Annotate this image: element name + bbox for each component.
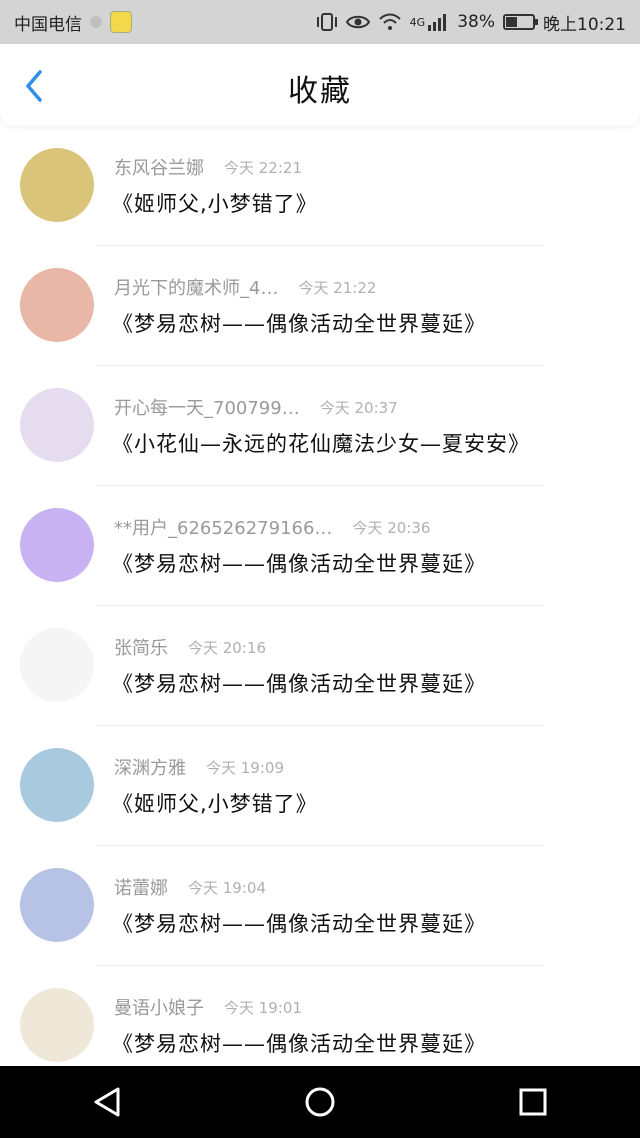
item-meta: 月光下的魔术师_4… 今天 21:22 — [114, 274, 376, 300]
list-item[interactable]: **用户_626526279166… 今天 20:36 《梦易恋树——偶像活动全世界… — [0, 486, 640, 606]
item-meta: 张简乐 今天 20:16 — [114, 634, 266, 660]
favorite-title[interactable]: 《梦易恋树——偶像活动全世界蔓延》 — [112, 1028, 486, 1058]
avatar[interactable] — [20, 628, 94, 702]
item-meta: 曼语小娘子 今天 19:01 — [114, 994, 302, 1020]
item-meta: 东风谷兰娜 今天 22:21 — [114, 154, 302, 180]
timestamp: 今天 20:37 — [319, 398, 398, 417]
timestamp: 今天 19:04 — [188, 878, 266, 897]
item-meta: 深渊方雅 今天 19:09 — [114, 754, 284, 780]
favorites-list: 东风谷兰娜 今天 22:21 《姬师父,小梦错了》 月光下的魔术师_4… 今天 21:2… — [0, 126, 640, 1086]
timestamp: 今天 21:22 — [298, 278, 377, 297]
nav-recents-button[interactable] — [501, 1070, 565, 1134]
list-item[interactable]: 深渊方雅 今天 19:09 《姬师父,小梦错了》 — [0, 726, 640, 846]
status-bar: 中国电信 4G 38% 晚上10:21 — [0, 0, 640, 44]
carrier-label: 中国电信 — [14, 14, 82, 35]
timestamp: 今天 20:16 — [188, 638, 266, 657]
username: 深渊方雅 — [114, 758, 186, 779]
item-meta: 诺蕾娜 今天 19:04 — [114, 874, 266, 900]
network-type-label: 4G — [409, 15, 426, 29]
list-item[interactable]: 张简乐 今天 20:16 《梦易恋树——偶像活动全世界蔓延》 — [0, 606, 640, 726]
avatar[interactable] — [20, 148, 94, 222]
avatar[interactable] — [20, 268, 94, 342]
nav-home-button[interactable] — [288, 1070, 352, 1134]
favorite-title[interactable]: 《姬师父,小梦错了》 — [112, 788, 318, 818]
navigation-bar — [0, 1066, 640, 1138]
square-recents-icon — [519, 1088, 547, 1116]
page-title: 收藏 — [288, 74, 352, 109]
favorite-title[interactable]: 《梦易恋树——偶像活动全世界蔓延》 — [112, 548, 486, 578]
circle-home-icon — [305, 1087, 335, 1117]
timestamp: 今天 19:09 — [206, 758, 284, 777]
avatar[interactable] — [20, 748, 94, 822]
timestamp: 今天 22:21 — [224, 158, 302, 177]
signal-icon: 4G — [410, 13, 450, 31]
username: **用户_626526279166… — [114, 518, 333, 539]
favorite-title[interactable]: 《梦易恋树——偶像活动全世界蔓延》 — [112, 908, 486, 938]
username: 曼语小娘子 — [114, 998, 204, 1019]
app-notification-icon — [110, 11, 132, 33]
battery-percent: 38% — [457, 12, 495, 32]
eye-icon — [345, 13, 370, 31]
favorite-title[interactable]: 《姬师父,小梦错了》 — [112, 188, 318, 218]
nav-back-button[interactable] — [75, 1070, 139, 1134]
clock: 晚上10:21 — [543, 14, 626, 35]
list-item[interactable]: 东风谷兰娜 今天 22:21 《姬师父,小梦错了》 — [0, 126, 640, 246]
avatar[interactable] — [20, 508, 94, 582]
list-item[interactable]: 开心每一天_700799… 今天 20:37 《小花仙—永远的花仙魔法少女—夏安安》 — [0, 366, 640, 486]
list-item[interactable]: 月光下的魔术师_4… 今天 21:22 《梦易恋树——偶像活动全世界蔓延》 — [0, 246, 640, 366]
notification-dot-icon — [90, 16, 102, 28]
wifi-icon — [378, 13, 402, 31]
item-meta: 开心每一天_700799… 今天 20:37 — [114, 394, 398, 420]
username: 开心每一天_700799… — [114, 398, 300, 419]
triangle-back-icon — [94, 1087, 120, 1117]
battery-icon — [503, 14, 538, 30]
avatar[interactable] — [20, 988, 94, 1062]
avatar[interactable] — [20, 868, 94, 942]
username: 东风谷兰娜 — [114, 158, 204, 179]
favorite-title[interactable]: 《小花仙—永远的花仙魔法少女—夏安安》 — [112, 428, 530, 458]
vibrate-icon — [316, 12, 338, 32]
username: 月光下的魔术师_4… — [114, 278, 279, 299]
list-item[interactable]: 诺蕾娜 今天 19:04 《梦易恋树——偶像活动全世界蔓延》 — [0, 846, 640, 966]
timestamp: 今天 20:36 — [352, 518, 431, 537]
item-meta: **用户_626526279166… 今天 20:36 — [114, 514, 430, 540]
favorite-title[interactable]: 《梦易恋树——偶像活动全世界蔓延》 — [112, 668, 486, 698]
header: 收藏 — [0, 44, 640, 126]
username: 张简乐 — [114, 638, 168, 659]
timestamp: 今天 19:01 — [224, 998, 302, 1017]
username: 诺蕾娜 — [114, 878, 168, 899]
favorite-title[interactable]: 《梦易恋树——偶像活动全世界蔓延》 — [112, 308, 486, 338]
avatar[interactable] — [20, 388, 94, 462]
